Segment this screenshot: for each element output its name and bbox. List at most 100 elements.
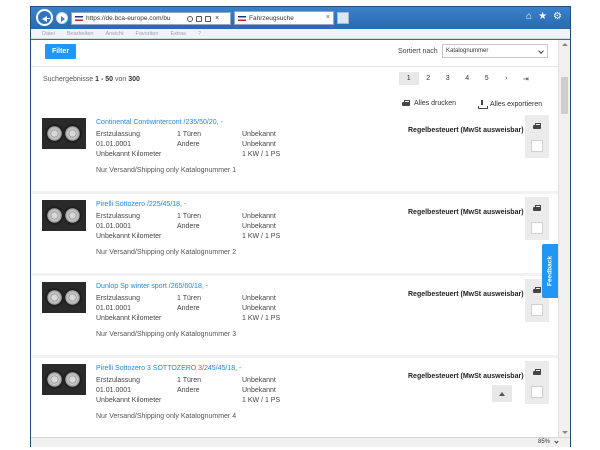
list-item: Pirelli Sottozero /225/45/18, - Erstzula… [31, 194, 558, 273]
last-page-icon[interactable]: ⇥ [516, 72, 536, 85]
tire-thumbnail-image[interactable] [42, 364, 86, 395]
new-tab-button[interactable] [337, 12, 349, 24]
filter-sort-bar: Filter Sortiert nach Katalognummer [31, 40, 558, 67]
listing-print-box [525, 115, 549, 158]
page-3[interactable]: 3 [438, 72, 458, 85]
listing-tax: Regelbesteuert (MwSt ausweisbar) [408, 127, 524, 134]
listing-field: 01.01.0001 [96, 223, 132, 230]
back-button[interactable] [36, 9, 53, 26]
listing-col1: Erstzulassung 01.01.0001 Unbekannt Kilom… [96, 212, 161, 242]
page-5[interactable]: 5 [477, 72, 497, 85]
forward-button[interactable] [56, 12, 68, 24]
listing-col1: Erstzulassung 01.01.0001 Unbekannt Kilom… [96, 294, 161, 324]
page-1[interactable]: 1 [399, 72, 419, 85]
scrollbar-thumb[interactable] [561, 77, 568, 114]
print-all-label: Alles drucken [414, 100, 457, 107]
lock-icon[interactable] [196, 15, 202, 22]
select-checkbox[interactable] [531, 140, 543, 152]
address-bar[interactable]: https://de.bca-europe.com/bu × [71, 12, 231, 25]
printer-icon[interactable] [533, 123, 541, 130]
select-checkbox[interactable] [531, 304, 543, 316]
menu-item-tools[interactable]: Extras [170, 31, 186, 37]
home-icon[interactable]: ⌂ [526, 11, 532, 23]
menu-item-favorites[interactable]: Favoriten [136, 31, 159, 37]
tab-close-icon[interactable]: × [326, 14, 330, 21]
favorites-star-icon[interactable]: ★ [538, 11, 547, 23]
listing-field: Andere [177, 141, 200, 148]
printer-icon[interactable] [533, 287, 541, 294]
listing-col2: 1 Türen Andere [177, 376, 201, 396]
page-content: Filter Sortiert nach Katalognummer Suche… [31, 40, 570, 437]
printer-icon[interactable] [533, 369, 541, 376]
tire-thumbnail-image[interactable] [42, 282, 86, 313]
listing-shipping: Nur Versand/Shipping only Katalognummer … [96, 249, 237, 256]
listing-field: 1 KW / 1 PS [242, 151, 281, 158]
print-all-button[interactable]: Alles drucken [402, 100, 456, 107]
listing-field: 01.01.0001 [96, 387, 132, 394]
address-close-icon[interactable]: × [214, 15, 220, 22]
list-item: Continental Contiwintercont /235/50/20, … [31, 112, 558, 191]
listing-col1: Erstzulassung 01.01.0001 Unbekannt Kilom… [96, 130, 161, 160]
listing-field: Unbekannt [242, 295, 276, 302]
zoom-chevron-icon[interactable] [554, 439, 559, 444]
listing-field: 1 Türen [177, 377, 201, 384]
menu-bar: Datei Bearbeiten Ansicht Favoriten Extra… [31, 29, 570, 39]
tire-thumbnail-image[interactable] [42, 118, 86, 149]
wheel-icon [45, 370, 64, 389]
listing-title-link[interactable]: Continental Contiwintercont /235/50/20, … [96, 119, 223, 126]
menu-item-edit[interactable]: Bearbeiten [67, 31, 94, 37]
settings-gear-icon[interactable]: ⚙ [553, 11, 562, 23]
listing-field: Andere [177, 223, 200, 230]
page-2[interactable]: 2 [419, 72, 439, 85]
menu-item-help[interactable]: ? [198, 31, 201, 37]
sort-select[interactable]: Katalognummer [442, 44, 548, 58]
list-item: Pirelli Sottozero 3 SOTTOZERO 3/245/45/1… [31, 358, 558, 437]
listing-shipping: Nur Versand/Shipping only Katalognummer … [96, 331, 237, 338]
filter-button[interactable]: Filter [45, 44, 76, 59]
listing-field: Erstzulassung [96, 295, 140, 302]
window-icons: ⌂ ★ ⚙ [526, 11, 562, 23]
list-item: Dunlop Sp winter sport /265/60/18, - Ers… [31, 276, 558, 355]
page-scrollbar[interactable] [558, 40, 570, 437]
listing-field: Erstzulassung [96, 213, 140, 220]
search-icon[interactable] [187, 15, 193, 22]
browser-titlebar: https://de.bca-europe.com/bu × Fahrzeugs… [31, 7, 570, 29]
select-checkbox[interactable] [531, 386, 543, 398]
next-page-icon[interactable]: › [497, 72, 517, 85]
listing-field: Unbekannt [242, 213, 276, 220]
listing-col3: Unbekannt Unbekannt 1 KW / 1 PS [242, 212, 280, 242]
listing-title-link[interactable]: Pirelli Sottozero 3 SOTTOZERO 3/245/45/1… [96, 365, 241, 372]
chevron-down-icon [538, 48, 544, 54]
results-range: 1 - 50 [95, 76, 114, 83]
feedback-tab[interactable]: Feedback [542, 244, 558, 298]
scroll-to-top-button[interactable] [492, 385, 512, 402]
listing-title-link[interactable]: Dunlop Sp winter sport /265/60/18, - [96, 283, 208, 290]
scroll-down-arrow-icon[interactable] [562, 431, 568, 434]
listing-field: 01.01.0001 [96, 305, 132, 312]
listing-field: Unbekannt Kilometer [96, 397, 162, 404]
zoom-level[interactable]: 85% [538, 439, 550, 445]
select-checkbox[interactable] [531, 222, 543, 234]
printer-icon[interactable] [533, 205, 541, 212]
compatibility-icon[interactable] [205, 15, 211, 22]
listing-col3: Unbekannt Unbekannt 1 KW / 1 PS [242, 294, 280, 324]
listing-field: Unbekannt [242, 223, 276, 230]
listing-field: 1 Türen [177, 213, 201, 220]
address-url[interactable]: https://de.bca-europe.com/bu [86, 15, 184, 22]
tire-thumbnail-image[interactable] [42, 200, 86, 231]
pagination: 1 2 3 4 5 › ⇥ [399, 72, 536, 85]
menu-item-file[interactable]: Datei [42, 31, 55, 37]
listing-shipping: Nur Versand/Shipping only Katalognummer … [96, 413, 237, 420]
listing-title-link[interactable]: Pirelli Sottozero /225/45/18, - [96, 201, 186, 208]
page-4[interactable]: 4 [458, 72, 478, 85]
listing-tax: Regelbesteuert (MwSt ausweisbar) [408, 209, 524, 216]
menu-item-view[interactable]: Ansicht [105, 31, 123, 37]
listing-field: 1 KW / 1 PS [242, 397, 281, 404]
browser-tab[interactable]: Fahrzeugsuche × [234, 11, 334, 25]
scroll-up-arrow-icon[interactable] [562, 43, 568, 46]
listing-col2: 1 Türen Andere [177, 212, 201, 232]
listing-field: Unbekannt Kilometer [96, 151, 162, 158]
sort-select-value: Katalognummer [446, 48, 489, 54]
export-all-button[interactable]: Alles exportieren [478, 100, 542, 109]
wheel-icon [63, 206, 82, 225]
